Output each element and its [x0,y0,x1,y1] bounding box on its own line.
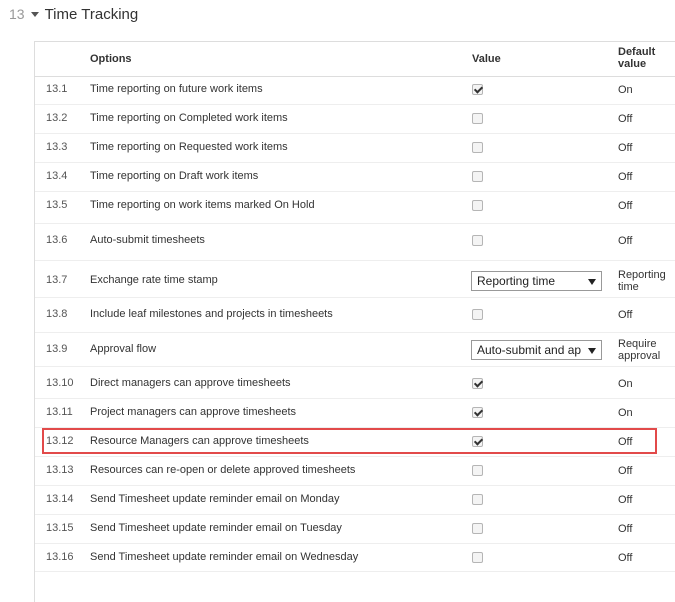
option-label: Include leaf milestones and projects in … [90,308,333,320]
option-checkbox[interactable] [472,523,483,534]
table-header: Options Value Default value [35,42,675,77]
row-number: 13.4 [46,170,68,182]
header-default-line2: value [618,58,647,70]
table-row: 13.14 Send Timesheet update reminder emai… [35,486,675,515]
header-options: Options [90,53,132,65]
row-number: 13.6 [46,234,68,246]
default-value: Off [618,235,633,247]
option-label: Time reporting on Requested work items [90,141,288,153]
table-row: 13.6 Auto-submit timesheets Off [35,224,675,261]
default-value: Off [618,523,633,535]
option-label: Resources can re-open or delete approved… [90,464,356,476]
option-select[interactable]: Auto-submit and ap [471,340,602,360]
default-value: Off [618,309,633,321]
option-label: Project managers can approve timesheets [90,406,297,418]
option-select[interactable]: Reporting time [471,271,602,291]
option-checkbox[interactable] [472,200,483,211]
option-checkbox[interactable] [472,142,483,153]
default-value: Off [618,465,633,477]
select-value: Auto-submit and ap [477,343,582,357]
header-value: Value [472,53,501,65]
table-row: 13.7 Exchange rate time stamp Reporting ti… [35,261,675,298]
row-number: 13.13 [46,464,74,476]
option-checkbox[interactable] [472,84,483,95]
option-checkbox[interactable] [472,465,483,476]
option-label: Time reporting on Draft work items [90,170,259,182]
table-row: 13.12 Resource Managers can approve times… [35,428,675,457]
default-value-line1: Require [618,338,657,350]
default-value-line1: Reporting [618,269,666,281]
default-value-line2: approval [618,350,661,362]
row-number: 13.16 [46,551,74,563]
table-row: 13.1 Time reporting on future work items O… [35,76,675,105]
default-value: Off [618,142,633,154]
table-row: 13.9 Approval flow Auto-submit and ap Requi… [35,333,675,367]
row-number: 13.1 [46,83,68,95]
option-label: Auto-submit timesheets [90,234,205,246]
default-value: On [618,407,633,419]
default-value: Off [618,436,633,448]
table-row: 13.8 Include leaf milestones and projects… [35,298,675,333]
default-value: Off [618,200,633,212]
row-number: 13.8 [46,308,68,320]
default-value: Off [618,171,633,183]
option-label: Approval flow [90,343,157,355]
row-number: 13.12 [46,435,74,447]
option-label: Send Timesheet update reminder email on … [90,493,340,505]
default-value: Reporting time [618,269,666,293]
table-row: 13.5 Time reporting on work items marked … [35,192,675,224]
default-value: Off [618,494,633,506]
dropdown-arrow-icon [588,279,596,285]
option-label: Time reporting on Completed work items [90,112,288,124]
row-number: 13.5 [46,199,68,211]
table-row: 13.10 Direct managers can approve timeshe… [35,367,675,399]
table-row: 13.11 Project managers can approve timesh… [35,399,675,428]
row-number: 13.10 [46,377,74,389]
table-row: 13.15 Send Timesheet update reminder emai… [35,515,675,544]
row-number: 13.14 [46,493,74,505]
option-label: Direct managers can approve timesheets [90,377,291,389]
caret-down-icon[interactable] [30,11,39,17]
option-label: Exchange rate time stamp [90,274,218,286]
section-number: 13 [9,6,25,22]
table-row: 13.13 Resources can re-open or delete app… [35,457,675,486]
option-checkbox[interactable] [472,407,483,418]
table-row: 13.16 Send Timesheet update reminder emai… [35,544,675,572]
option-checkbox[interactable] [472,309,483,320]
option-checkbox[interactable] [472,378,483,389]
default-value-line2: time [618,281,639,293]
option-checkbox[interactable] [472,171,483,182]
default-value: Require approval [618,338,660,362]
option-checkbox[interactable] [472,494,483,505]
default-value: Off [618,113,633,125]
table-row: 13.2 Time reporting on Completed work ite… [35,105,675,134]
option-checkbox[interactable] [472,235,483,246]
section-header[interactable]: 13 Time Tracking [9,4,138,24]
row-number: 13.15 [46,522,74,534]
header-default-line1: Default [618,46,656,58]
select-value: Reporting time [477,274,556,288]
header-default-value: Default value [618,46,668,70]
option-label: Time reporting on work items marked On H… [90,199,315,211]
table-row: 13.4 Time reporting on Draft work items Of… [35,163,675,192]
option-label: Resource Managers can approve timesheets [90,435,309,447]
section-title: Time Tracking [44,5,139,23]
row-number: 13.2 [46,112,68,124]
default-value: Off [618,552,633,564]
option-label: Send Timesheet update reminder email on … [90,522,342,534]
table-row: 13.3 Time reporting on Requested work ite… [35,134,675,163]
row-number: 13.11 [46,406,73,418]
row-number: 13.3 [46,141,68,153]
options-table: Options Value Default value 13.1 Time rep… [34,41,675,602]
option-checkbox[interactable] [472,113,483,124]
row-number: 13.7 [46,274,68,286]
dropdown-arrow-icon [588,348,596,354]
option-checkbox[interactable] [472,436,483,447]
row-number: 13.9 [46,343,68,355]
option-label: Send Timesheet update reminder email on … [90,551,359,563]
default-value: On [618,378,633,390]
option-label: Time reporting on future work items [90,83,263,95]
default-value: On [618,84,633,96]
option-checkbox[interactable] [472,552,483,563]
